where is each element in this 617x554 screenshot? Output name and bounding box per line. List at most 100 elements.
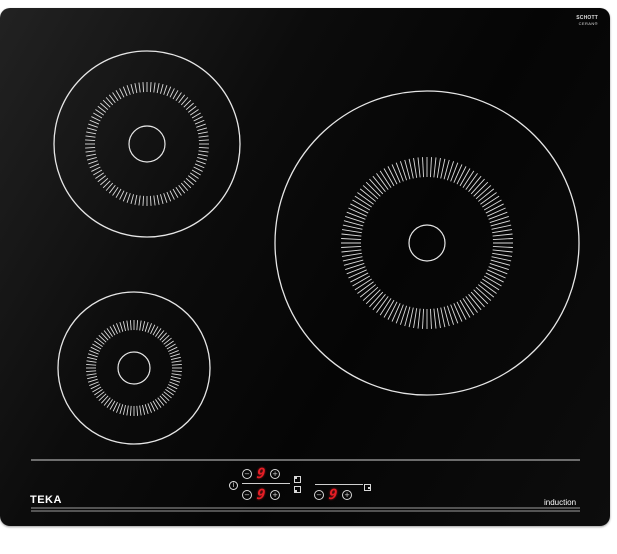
tick-mark <box>348 207 367 217</box>
tick-mark <box>89 381 99 386</box>
ceran-text: CERAN® <box>578 21 598 26</box>
tick-mark <box>354 278 372 291</box>
tick-mark <box>169 190 175 200</box>
tick-mark <box>86 363 97 366</box>
tick-mark <box>169 88 175 98</box>
tick-mark <box>191 169 201 176</box>
tick-mark <box>119 88 125 98</box>
tick-mark <box>170 376 181 380</box>
tick-mark <box>430 308 432 329</box>
tick-mark <box>142 404 146 415</box>
tick-mark <box>89 119 100 125</box>
power-button[interactable]: I <box>229 481 238 490</box>
tick-mark <box>119 321 124 332</box>
front-left-minus-button[interactable]: − <box>242 490 252 500</box>
teka-logo: TEKA <box>30 494 62 506</box>
tick-mark <box>350 272 369 283</box>
induction-hob: SCHOTT CERAN® I − 9 + − 9 + − 9 + TEKA i… <box>0 8 610 526</box>
tick-mark <box>171 363 182 366</box>
right-minus-button[interactable]: − <box>314 490 324 500</box>
control-front-left: − 9 + <box>242 487 280 503</box>
tick-mark <box>142 195 145 206</box>
tick-mark <box>116 403 121 413</box>
right-power-display: 9 <box>327 487 339 503</box>
zone-front-left <box>57 291 211 445</box>
tick-mark <box>413 157 418 178</box>
tick-mark <box>139 320 142 331</box>
tick-mark <box>170 378 181 383</box>
tick-mark <box>160 83 164 94</box>
tick-mark <box>171 360 182 363</box>
tick-mark <box>119 190 125 200</box>
tick-mark <box>387 166 398 185</box>
tick-mark <box>86 131 97 135</box>
tick-mark <box>86 153 97 157</box>
tick-mark <box>492 238 513 240</box>
tick-mark <box>134 194 138 205</box>
tick-mark <box>85 146 96 149</box>
tick-mark <box>91 116 101 122</box>
front-left-power-display: 9 <box>255 487 267 503</box>
tick-mark <box>383 168 395 187</box>
tick-mark <box>342 256 363 262</box>
rear-left-minus-button[interactable]: − <box>242 469 252 479</box>
tick-mark <box>156 83 160 94</box>
tick-mark <box>193 166 203 172</box>
tick-mark <box>341 238 362 240</box>
tick-mark <box>462 170 475 188</box>
tick-mark <box>456 166 467 185</box>
tick-mark <box>453 164 463 183</box>
tick-mark <box>352 199 371 211</box>
tick-mark <box>87 376 98 380</box>
tick-mark <box>85 150 96 153</box>
tick-mark <box>483 275 502 287</box>
tick-mark <box>198 146 209 149</box>
tick-mark <box>85 139 96 142</box>
tick-mark <box>422 157 424 178</box>
zone-rear-left-inner-ring <box>128 125 166 163</box>
tick-mark <box>341 233 362 237</box>
tick-mark <box>122 321 126 332</box>
rear-left-power-display: 9 <box>255 466 267 482</box>
tick-mark <box>86 360 97 363</box>
tick-mark <box>169 350 179 355</box>
tick-mark <box>436 308 441 329</box>
tick-mark <box>453 303 463 322</box>
tick-mark <box>413 308 418 329</box>
tick-mark <box>166 191 172 202</box>
tick-mark <box>417 308 421 329</box>
tick-mark <box>433 308 437 329</box>
zone-right-inner-ring <box>408 224 446 262</box>
right-zone-indicator-icon <box>364 484 371 491</box>
tick-mark <box>171 370 182 373</box>
tick-mark <box>126 85 131 95</box>
tick-mark <box>139 405 142 416</box>
induction-label: induction <box>544 498 577 507</box>
tick-mark <box>194 119 205 125</box>
tick-mark <box>197 131 208 135</box>
tick-mark <box>144 404 149 415</box>
tick-mark <box>142 82 145 93</box>
tick-mark <box>191 112 201 119</box>
tick-mark <box>482 278 500 291</box>
tick-mark <box>85 135 96 138</box>
tick-mark <box>487 207 506 217</box>
rear-left-plus-button[interactable]: + <box>270 469 280 479</box>
tick-mark <box>379 170 392 188</box>
tick-mark <box>354 195 372 208</box>
front-left-plus-button[interactable]: + <box>270 490 280 500</box>
tick-mark <box>462 298 475 316</box>
right-plus-button[interactable]: + <box>342 490 352 500</box>
tick-mark <box>433 157 437 178</box>
tick-mark <box>487 269 506 279</box>
tick-mark <box>136 320 139 331</box>
tick-mark <box>126 320 129 331</box>
tick-mark <box>383 299 395 318</box>
tick-mark <box>422 308 424 329</box>
rear-left-zone-indicator-icon <box>294 476 301 483</box>
tick-mark <box>391 303 401 322</box>
zone-right-tick-ring <box>341 157 513 329</box>
tick-mark <box>86 127 97 131</box>
tick-mark <box>130 194 134 205</box>
tick-mark <box>171 373 182 376</box>
